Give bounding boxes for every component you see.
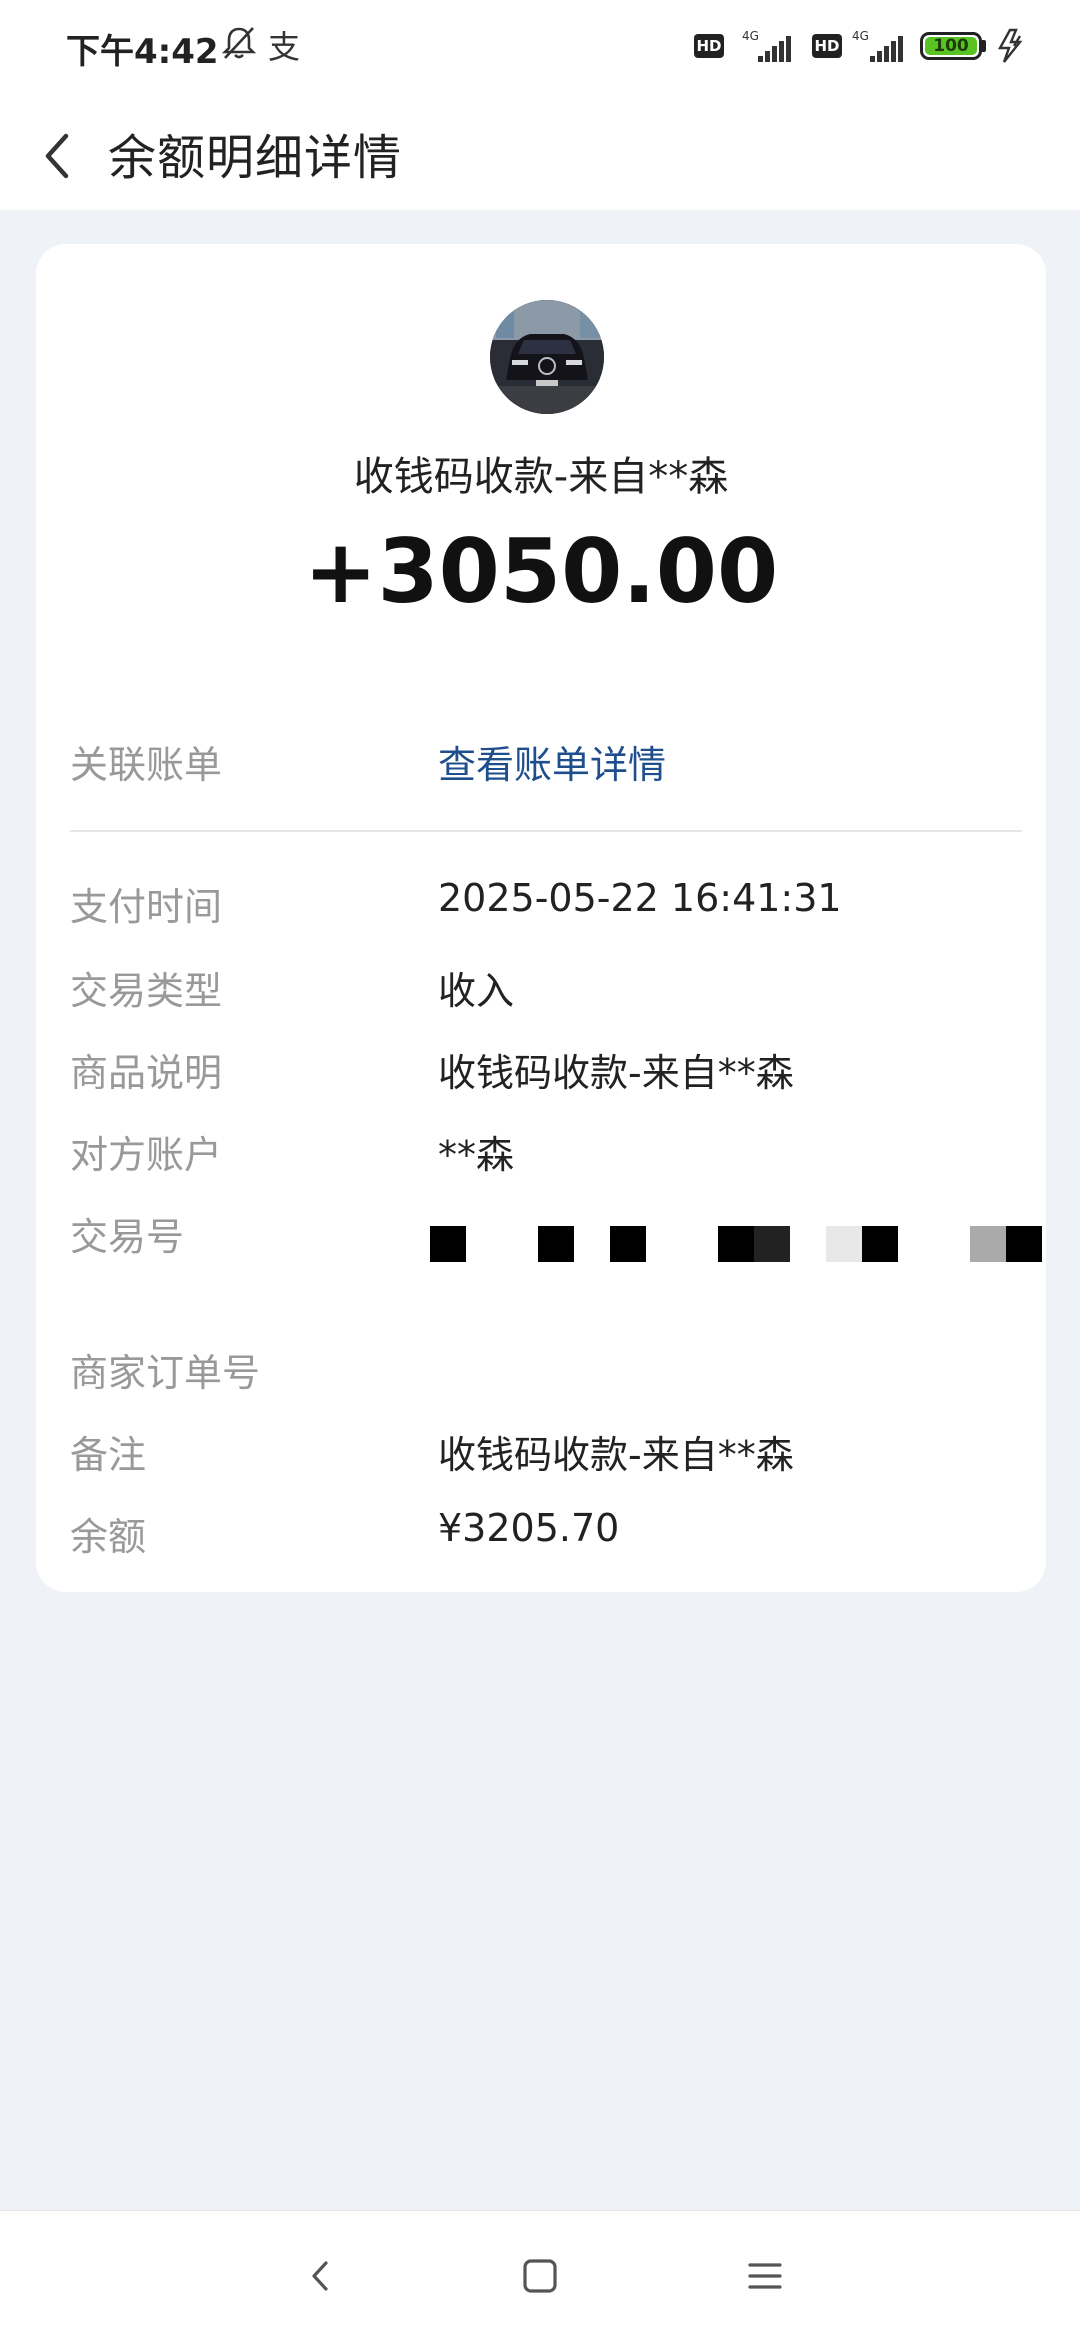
type-label: 交易类型 — [70, 969, 223, 1013]
txn-no-redacted — [430, 1226, 1050, 1262]
page-title: 余额明细详情 — [108, 130, 403, 186]
redaction-block — [862, 1226, 898, 1262]
row-pay-time: 支付时间 2025-05-22 16:41:31 — [70, 876, 1012, 936]
row-transaction-number: 交易号 — [70, 1206, 1042, 1278]
redaction-block — [1006, 1226, 1042, 1262]
desc-label: 商品说明 — [70, 1051, 223, 1095]
status-time: 下午4:42 — [66, 32, 219, 72]
svg-text:4G: 4G — [852, 29, 869, 43]
redaction-block — [610, 1226, 646, 1262]
title-bar: 余额明细详情 — [0, 96, 1080, 210]
row-merchant-order: 商家订单号 — [70, 1342, 1012, 1402]
counterparty-value: **森 — [438, 1133, 515, 1177]
row-related-bill: 关联账单 查看账单详情 — [70, 734, 1012, 794]
charging-icon — [996, 28, 1028, 68]
payee-name: 收钱码收款-来自**森 — [353, 454, 729, 500]
txn-no-label: 交易号 — [70, 1215, 185, 1259]
car-photo-icon — [490, 300, 604, 414]
desc-value: 收钱码收款-来自**森 — [438, 1051, 794, 1095]
redaction-block — [718, 1226, 754, 1262]
remark-value: 收钱码收款-来自**森 — [438, 1433, 794, 1477]
divider — [70, 830, 1022, 832]
balance-label: 余额 — [70, 1515, 147, 1559]
counterparty-label: 对方账户 — [70, 1133, 223, 1177]
row-remark: 备注 收钱码收款-来自**森 — [70, 1424, 1012, 1484]
related-bill-label: 关联账单 — [70, 743, 223, 787]
view-bill-link[interactable]: 查看账单详情 — [438, 734, 666, 789]
signal-4g-icon: 4G — [736, 28, 798, 70]
bell-muted-icon — [220, 24, 258, 66]
transaction-card: 收钱码收款-来自**森 +3050.00 关联账单 查看账单详情 支付时间 20… — [36, 244, 1046, 1592]
svg-text:4G: 4G — [742, 29, 759, 43]
redaction-block — [970, 1226, 1006, 1262]
row-type: 交易类型 收入 — [70, 960, 1012, 1020]
alipay-icon: 支 — [268, 28, 301, 66]
menu-icon — [748, 2263, 782, 2289]
avatar[interactable] — [490, 300, 604, 414]
chevron-left-icon — [45, 133, 69, 179]
redaction-block — [430, 1226, 466, 1262]
row-description: 商品说明 收钱码收款-来自**森 — [70, 1042, 1012, 1102]
remark-label: 备注 — [70, 1433, 147, 1477]
square-icon — [523, 2259, 557, 2293]
chevron-left-icon — [312, 2261, 328, 2291]
signal-4g-icon: 4G — [852, 28, 908, 70]
transaction-amount: +3050.00 — [303, 520, 779, 623]
battery-cap — [982, 40, 986, 52]
pay-time-label: 支付时间 — [70, 885, 223, 929]
battery-level: 100 — [925, 37, 977, 55]
row-balance: 余额 ¥3205.70 — [70, 1506, 1012, 1566]
type-value: 收入 — [438, 969, 515, 1013]
hd-icon: HD — [694, 34, 724, 58]
redaction-block — [538, 1226, 574, 1262]
pay-time-value: 2025-05-22 16:41:31 — [438, 876, 842, 920]
nav-menu-button[interactable] — [740, 2251, 790, 2301]
nav-home-button[interactable] — [515, 2251, 565, 2301]
system-nav-bar — [0, 2210, 1080, 2341]
balance-value: ¥3205.70 — [438, 1506, 620, 1550]
redaction-block — [754, 1226, 790, 1262]
hd-icon: HD — [812, 34, 842, 58]
status-bar: 下午4:42 支 HD 4G HD 4G 100 — [0, 0, 1080, 96]
nav-back-button[interactable] — [296, 2251, 346, 2301]
back-button[interactable] — [30, 116, 100, 186]
row-counterparty: 对方账户 **森 — [70, 1124, 1012, 1184]
merchant-order-label: 商家订单号 — [70, 1351, 261, 1395]
redaction-block — [826, 1226, 862, 1262]
battery-icon: 100 — [920, 32, 982, 60]
